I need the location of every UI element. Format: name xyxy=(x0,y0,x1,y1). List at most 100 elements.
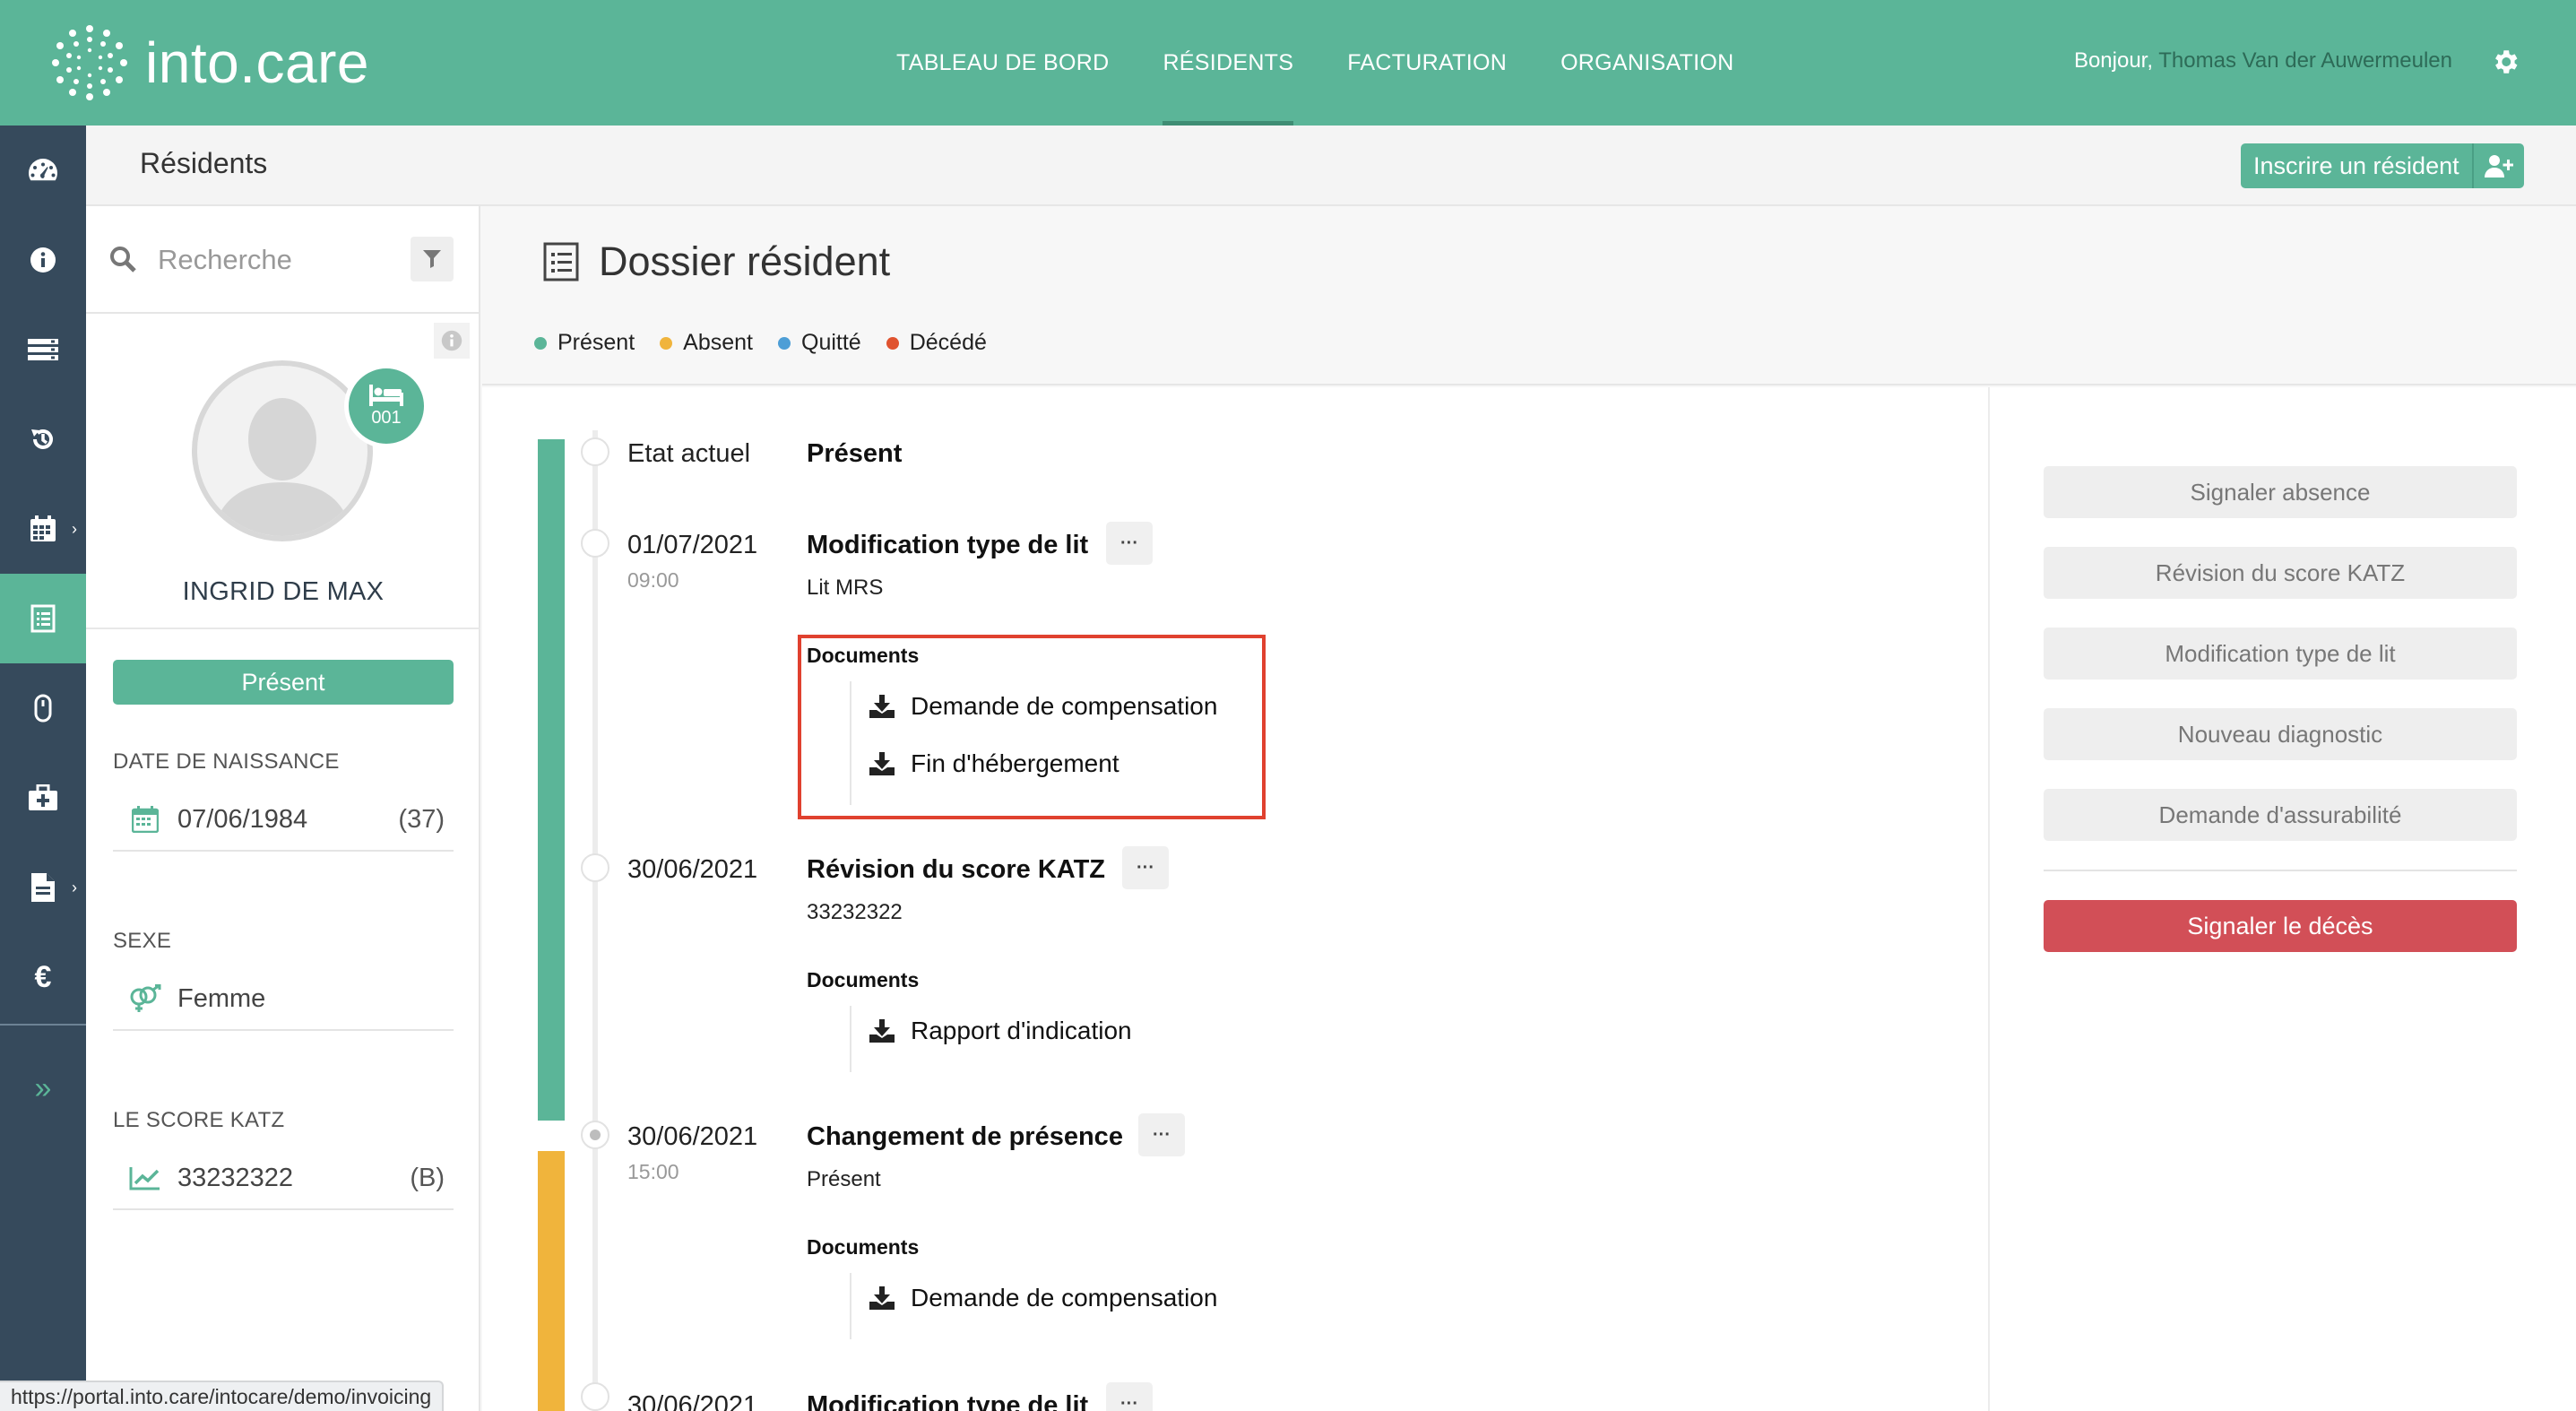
legend-label: Quitté xyxy=(801,330,861,355)
sidebar-history[interactable] xyxy=(0,394,86,484)
enroll-resident-button[interactable]: Inscrire un résident xyxy=(2241,143,2524,188)
browser-status-bar: https://portal.into.care/intocare/demo/i… xyxy=(0,1381,445,1411)
nav-tableau-de-bord[interactable]: TABLEAU DE BORD xyxy=(896,0,1109,126)
presence-bar-absent xyxy=(538,1151,565,1411)
mouse-icon xyxy=(34,694,52,723)
history-icon xyxy=(31,429,53,449)
event-more-button[interactable]: ··· xyxy=(1106,1382,1153,1411)
document-link[interactable]: Demande de compensation xyxy=(869,1284,1217,1312)
sidebar-dashboard[interactable] xyxy=(0,126,86,215)
event-time: 09:00 xyxy=(627,568,679,592)
sidebar-divider xyxy=(0,1024,86,1026)
sidebar-info[interactable] xyxy=(0,215,86,305)
sidebar-document[interactable]: › xyxy=(0,843,86,932)
sex-label: SEXE xyxy=(113,929,172,953)
documents-label: Documents xyxy=(807,968,920,991)
bed-icon xyxy=(369,384,403,406)
info-icon xyxy=(441,330,462,351)
sidebar-file-list[interactable] xyxy=(0,574,86,663)
legend-decede: Décédé xyxy=(886,330,987,356)
search-icon xyxy=(110,247,136,273)
event-date: 30/06/2021 xyxy=(627,855,758,884)
ellipsis-icon: ··· xyxy=(1137,857,1154,878)
event-title: Modification type de lit xyxy=(807,1391,1089,1411)
download-icon xyxy=(869,1286,911,1310)
sidebar-euro[interactable]: € xyxy=(0,932,86,1022)
app-logo[interactable]: into.care xyxy=(47,16,369,109)
actions-panel: Signaler absence Révision du score KATZ … xyxy=(1988,387,2576,1411)
user-plus-icon xyxy=(2472,143,2524,188)
event-date: 30/06/2021 xyxy=(627,1122,758,1151)
sidebar-list[interactable] xyxy=(0,305,86,394)
medkit-icon xyxy=(29,784,57,810)
info-icon xyxy=(30,247,56,273)
event-time: 15:00 xyxy=(627,1160,679,1183)
double-chevron-right-icon: » xyxy=(34,1070,52,1105)
event-more-button[interactable]: ··· xyxy=(1122,846,1169,889)
main-nav: TABLEAU DE BORD RÉSIDENTS FACTURATION OR… xyxy=(896,0,1788,126)
event-subtitle: 33232322 xyxy=(807,900,903,924)
filter-button[interactable] xyxy=(411,237,454,281)
legend-present: Présent xyxy=(534,330,635,356)
sidebar-calendar[interactable]: › xyxy=(0,484,86,574)
bed-type-change-button[interactable]: Modification type de lit xyxy=(2044,628,2517,680)
katz-revision-button[interactable]: Révision du score KATZ xyxy=(2044,547,2517,599)
sidebar-expand[interactable]: » xyxy=(0,1043,86,1133)
documents-line xyxy=(850,1006,851,1072)
event-more-button[interactable]: ··· xyxy=(1138,1113,1185,1156)
documents-line xyxy=(850,1273,851,1339)
new-diagnosis-button[interactable]: Nouveau diagnostic xyxy=(2044,708,2517,760)
current-state-label: Etat actuel xyxy=(627,439,751,468)
icon-sidebar: › › € » xyxy=(0,126,86,1411)
timeline-node xyxy=(581,1382,609,1411)
birth-date-label: DATE DE NAISSANCE xyxy=(113,749,340,774)
resident-name: INGRID DE MAX xyxy=(182,577,385,606)
event-title: Révision du score KATZ xyxy=(807,855,1106,884)
ellipsis-icon: ··· xyxy=(1120,1393,1138,1411)
document-icon xyxy=(31,873,55,902)
logo-mark-icon xyxy=(52,25,127,100)
file-list-icon xyxy=(543,242,579,281)
event-title: Changement de présence xyxy=(807,1122,1123,1151)
document-link[interactable]: Rapport d'indication xyxy=(869,1017,1132,1045)
katz-grade: (B) xyxy=(410,1163,445,1192)
legend-dot xyxy=(534,336,547,350)
logo-text: into.care xyxy=(145,30,369,95)
dashboard-icon xyxy=(29,159,57,181)
resident-info-button[interactable] xyxy=(434,323,470,359)
presence-bar-present xyxy=(538,439,565,1121)
report-absence-button[interactable]: Signaler absence xyxy=(2044,466,2517,518)
ellipsis-icon: ··· xyxy=(1120,532,1138,553)
document-name: Rapport d'indication xyxy=(911,1017,1132,1044)
download-icon xyxy=(869,1019,911,1043)
bed-badge: 001 xyxy=(344,364,428,448)
nav-organisation[interactable]: ORGANISATION xyxy=(1560,0,1733,126)
nav-residents[interactable]: RÉSIDENTS xyxy=(1163,0,1294,126)
highlight-box xyxy=(798,635,1266,819)
filter-icon xyxy=(423,250,441,268)
sex-value: Femme xyxy=(177,983,266,1013)
event-date: 30/06/2021 xyxy=(627,1391,758,1411)
gear-icon[interactable] xyxy=(2490,47,2520,77)
ellipsis-icon: ··· xyxy=(1153,1124,1171,1145)
sidebar-mouse[interactable] xyxy=(0,663,86,753)
page-title: Résidents xyxy=(140,147,268,179)
status-legend: Présent Absent Quitté Décédé xyxy=(534,330,1012,356)
birth-date-row: 07/06/1984 (37) xyxy=(113,789,454,852)
nav-facturation[interactable]: FACTURATION xyxy=(1347,0,1507,126)
report-death-button[interactable]: Signaler le décès xyxy=(2044,900,2517,952)
legend-label: Décédé xyxy=(909,330,987,355)
legend-absent: Absent xyxy=(660,330,753,356)
sidebar-medkit[interactable] xyxy=(0,753,86,843)
legend-dot xyxy=(778,336,791,350)
search-input[interactable]: Recherche xyxy=(158,244,292,276)
user-greeting[interactable]: Bonjour, Thomas Van der Auwermeulen xyxy=(2074,48,2452,74)
insurability-request-button[interactable]: Demande d'assurabilité xyxy=(2044,789,2517,841)
event-more-button[interactable]: ··· xyxy=(1106,522,1153,565)
enroll-resident-label: Inscrire un résident xyxy=(2253,151,2459,179)
dossier-title: Dossier résident xyxy=(599,238,891,284)
timeline-line xyxy=(592,430,598,1411)
legend-quitte: Quitté xyxy=(778,330,861,356)
file-list-icon xyxy=(30,604,56,633)
age-value: (37) xyxy=(398,804,445,834)
